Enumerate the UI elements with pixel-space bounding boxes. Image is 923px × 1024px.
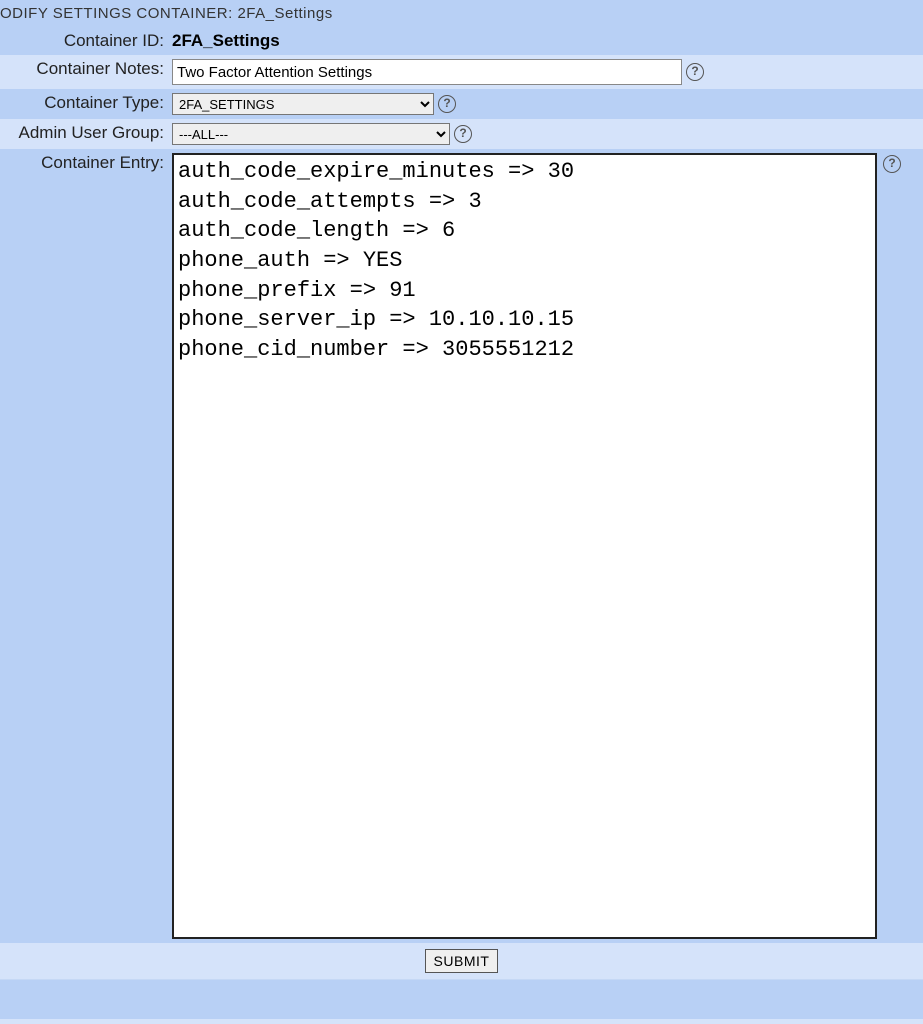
help-icon[interactable]: ? [438, 95, 456, 113]
container-notes-label: Container Notes: [0, 55, 168, 89]
header-title-prefix: ODIFY SETTINGS CONTAINER: [0, 5, 237, 22]
header-title-value: 2FA_Settings [237, 5, 332, 22]
container-type-select[interactable]: 2FA_SETTINGS [172, 93, 434, 115]
container-id-value: 2FA_Settings [172, 31, 280, 50]
admin-user-group-select[interactable]: ---ALL--- [172, 123, 450, 145]
admin-user-group-label: Admin User Group: [0, 119, 168, 149]
container-entry-textarea[interactable] [172, 153, 877, 939]
settings-form-table: Container ID: 2FA_Settings Container Not… [0, 27, 923, 943]
bottom-strip [0, 979, 923, 1019]
container-type-label: Container Type: [0, 89, 168, 119]
help-icon[interactable]: ? [686, 63, 704, 81]
help-icon[interactable]: ? [883, 155, 901, 173]
container-entry-label: Container Entry: [0, 149, 168, 943]
container-id-label: Container ID: [0, 27, 168, 55]
help-icon[interactable]: ? [454, 125, 472, 143]
submit-button[interactable]: SUBMIT [425, 949, 499, 973]
container-notes-input[interactable] [172, 59, 682, 85]
page-header: ODIFY SETTINGS CONTAINER: 2FA_Settings [0, 0, 923, 27]
submit-row: SUBMIT [0, 943, 923, 979]
